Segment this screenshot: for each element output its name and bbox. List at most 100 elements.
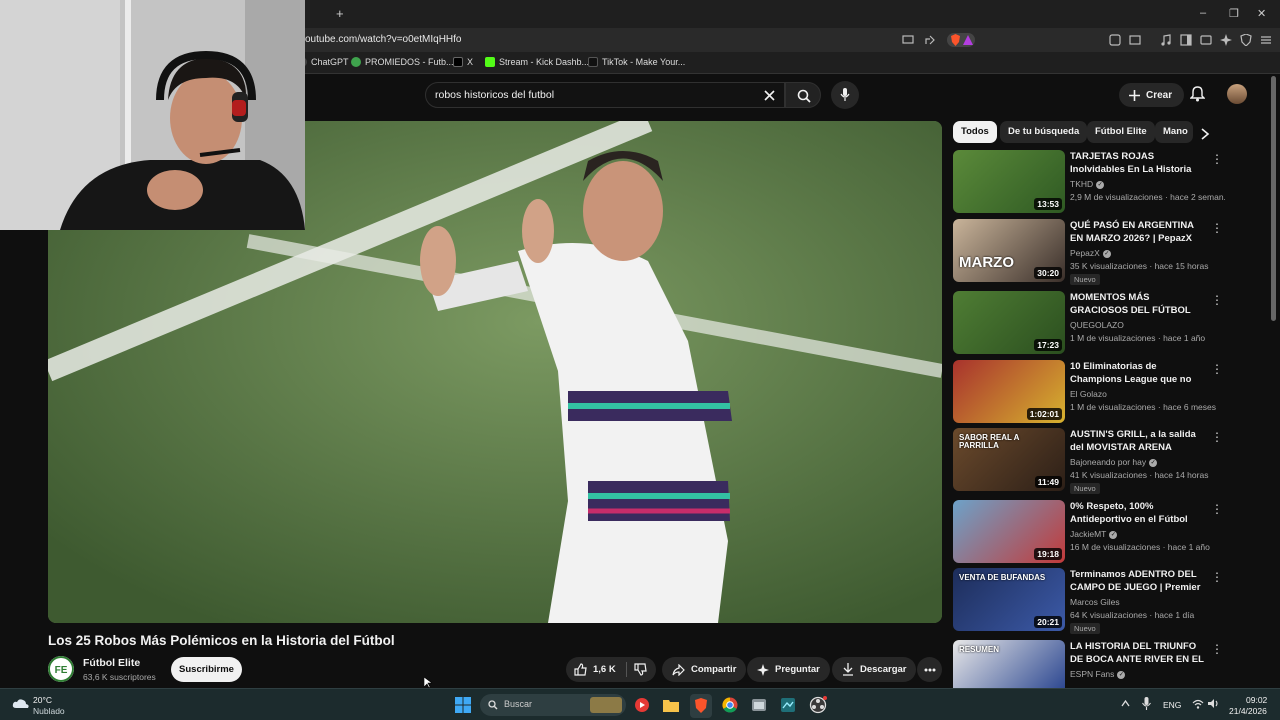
screenshot-icon[interactable] <box>1129 34 1141 46</box>
close-window-button[interactable]: ✕ <box>1257 7 1266 20</box>
recommendation-channel[interactable]: JackieMT ✓ <box>1070 529 1118 539</box>
create-button[interactable]: Crear <box>1119 83 1185 107</box>
bookmark-kick[interactable]: Stream - Kick Dashb... <box>485 57 589 67</box>
recommendation-channel[interactable]: Marcos Giles <box>1070 597 1120 607</box>
recommendation-title[interactable]: QUÉ PASÓ EN ARGENTINA EN MARZO 2026? | P… <box>1070 219 1208 245</box>
chrome-icon[interactable] <box>722 697 738 713</box>
recommendation-item[interactable]: SABOR REAL A PARRILLA 11:49 AUSTIN'S GRILL… <box>953 428 1225 494</box>
share-button[interactable]: Compartir <box>662 657 747 682</box>
more-vertical-icon[interactable]: ⋮ <box>1211 430 1223 444</box>
more-vertical-icon[interactable]: ⋮ <box>1211 570 1223 584</box>
video-thumbnail[interactable]: 17:23 <box>953 291 1065 354</box>
recommendation-channel[interactable]: PepazX ✓ <box>1070 248 1111 258</box>
ask-button[interactable]: Preguntar <box>747 657 830 682</box>
chip-futbol-elite[interactable]: Fútbol Elite <box>1087 121 1155 143</box>
channel-avatar[interactable]: FE <box>48 656 74 682</box>
brave-rewards-icon[interactable] <box>963 35 973 45</box>
recommendation-title[interactable]: TARJETAS ROJAS Inolvidables En La Histor… <box>1070 150 1208 176</box>
recommendation-title[interactable]: MOMENTOS MÁS GRACIOSOS DEL FÚTBOL ARGENT… <box>1070 291 1208 317</box>
more-vertical-icon[interactable]: ⋮ <box>1211 362 1223 376</box>
tray-microphone-icon[interactable] <box>1142 697 1151 711</box>
vpn-shield-icon[interactable] <box>1240 34 1252 46</box>
bookmark-promiedos[interactable]: PROMIEDOS - Futb... <box>351 57 454 67</box>
recommendation-title[interactable]: AUSTIN'S GRILL, a la salida del MOVISTAR… <box>1070 428 1208 454</box>
brave-shields-group[interactable] <box>947 33 975 47</box>
weather-description[interactable]: Nublado <box>33 706 65 716</box>
recommendation-channel[interactable]: QUEGOLAZO <box>1070 320 1124 330</box>
video-thumbnail[interactable]: RESUMEN <box>953 640 1065 688</box>
voice-search-button[interactable] <box>831 81 859 109</box>
scrollbar-thumb[interactable] <box>1271 76 1276 321</box>
obs-studio-icon[interactable] <box>809 696 827 714</box>
leo-ai-icon[interactable] <box>1220 34 1232 46</box>
subscribe-button[interactable]: Suscribirme <box>171 657 242 682</box>
more-vertical-icon[interactable]: ⋮ <box>1211 221 1223 235</box>
maximize-button[interactable]: ❐ <box>1229 7 1239 20</box>
minimize-button[interactable]: – <box>1200 7 1206 19</box>
share-page-icon[interactable] <box>924 34 936 46</box>
clock-time[interactable]: 09:02 <box>1246 695 1267 705</box>
page-scrollbar[interactable] <box>1270 76 1277 688</box>
app-icon-teal[interactable] <box>780 697 796 713</box>
more-vertical-icon[interactable]: ⋮ <box>1211 642 1223 656</box>
recommendation-title[interactable]: 10 Eliminatorias de Champions League que… <box>1070 360 1208 386</box>
recommendation-channel[interactable]: El Golazo <box>1070 389 1107 399</box>
chip-mano[interactable]: Mano <box>1155 121 1193 143</box>
clock-date[interactable]: 21/4/2026 <box>1229 706 1267 716</box>
search-input[interactable]: robos historicos del futbol <box>435 89 554 101</box>
search-button[interactable] <box>785 82 821 108</box>
chip-de-tu-busqueda[interactable]: De tu búsqueda <box>1000 121 1088 143</box>
video-thumbnail[interactable]: 1:02:01 <box>953 360 1065 423</box>
chevron-right-icon[interactable] <box>1200 128 1210 140</box>
language-indicator[interactable]: ENG <box>1163 700 1181 710</box>
clear-search-icon[interactable] <box>764 90 775 101</box>
recommendation-title[interactable]: Terminamos ADENTRO DEL CAMPO DE JUEGO | … <box>1070 568 1208 594</box>
weather-temperature[interactable]: 20°C <box>33 695 52 705</box>
recommendation-title[interactable]: 0% Respeto, 100% Antideportivo en el Fút… <box>1070 500 1208 526</box>
recommendation-item[interactable]: 1:02:01 10 Eliminatorias de Champions Lea… <box>953 360 1225 424</box>
recommendation-item[interactable]: RESUMEN LA HISTORIA DEL TRIUNFO DE BOCA A… <box>953 640 1225 688</box>
recommendation-item[interactable]: 13:53 TARJETAS ROJAS Inolvidables En La H… <box>953 150 1225 214</box>
menu-icon[interactable] <box>1260 34 1272 46</box>
chip-todos[interactable]: Todos <box>953 121 997 143</box>
music-icon[interactable] <box>1160 34 1172 46</box>
video-thumbnail[interactable]: MARZO 30:20 <box>953 219 1065 282</box>
recommendation-title[interactable]: LA HISTORIA DEL TRIUNFO DE BOCA ANTE RIV… <box>1070 640 1208 666</box>
sidebar-icon[interactable] <box>1180 34 1192 46</box>
taskbar-search[interactable]: Buscar <box>480 694 626 716</box>
wallet-icon[interactable] <box>1200 34 1212 46</box>
recommendation-item[interactable]: 17:23 MOMENTOS MÁS GRACIOSOS DEL FÚTBOL A… <box>953 291 1225 355</box>
chevron-up-icon[interactable] <box>1121 700 1130 707</box>
recommendation-channel[interactable]: Bajoneando por hay ✓ <box>1070 457 1158 467</box>
wifi-icon[interactable] <box>1192 699 1204 709</box>
url-field[interactable]: outube.com/watch?v=o0etMIqHHfo <box>305 34 461 45</box>
video-thumbnail[interactable]: 19:18 <box>953 500 1065 563</box>
cast-icon[interactable] <box>902 34 914 46</box>
file-explorer-icon[interactable] <box>663 698 679 712</box>
windows-start-icon[interactable] <box>455 697 471 713</box>
channel-name[interactable]: Fútbol Elite <box>83 657 140 669</box>
video-thumbnail[interactable]: VENTA DE BUFANDAS 20:21 <box>953 568 1065 631</box>
bookmark-x[interactable]: X <box>453 57 473 67</box>
extensions-icon[interactable] <box>1109 34 1121 46</box>
recommendation-channel[interactable]: TKHD ✓ <box>1070 179 1105 189</box>
recommendation-item[interactable]: MARZO 30:20 QUÉ PASÓ EN ARGENTINA EN MARZO… <box>953 219 1225 285</box>
app-icon-gray[interactable] <box>751 697 767 713</box>
recommendation-item[interactable]: VENTA DE BUFANDAS 20:21 Terminamos ADENTRO… <box>953 568 1225 634</box>
more-vertical-icon[interactable]: ⋮ <box>1211 293 1223 307</box>
more-vertical-icon[interactable]: ⋮ <box>1211 152 1223 166</box>
dislike-button[interactable] <box>631 657 656 682</box>
more-actions-button[interactable] <box>917 657 942 682</box>
taskbar-brave-active[interactable] <box>690 694 712 718</box>
like-button[interactable]: 1,6 K <box>566 657 626 682</box>
download-button[interactable]: Descargar <box>832 657 917 682</box>
bookmark-tiktok[interactable]: TikTok - Make Your... <box>588 57 685 67</box>
notifications-bell-icon[interactable] <box>1190 86 1205 102</box>
video-thumbnail[interactable]: 13:53 <box>953 150 1065 213</box>
brave-lion-icon[interactable] <box>950 34 961 46</box>
new-tab-button[interactable]: + <box>336 6 344 21</box>
media-player-icon[interactable] <box>634 697 650 713</box>
recommendation-channel[interactable]: ESPN Fans ✓ <box>1070 669 1126 679</box>
search-box[interactable]: robos historicos del futbol <box>425 82 785 108</box>
video-thumbnail[interactable]: SABOR REAL A PARRILLA 11:49 <box>953 428 1065 491</box>
